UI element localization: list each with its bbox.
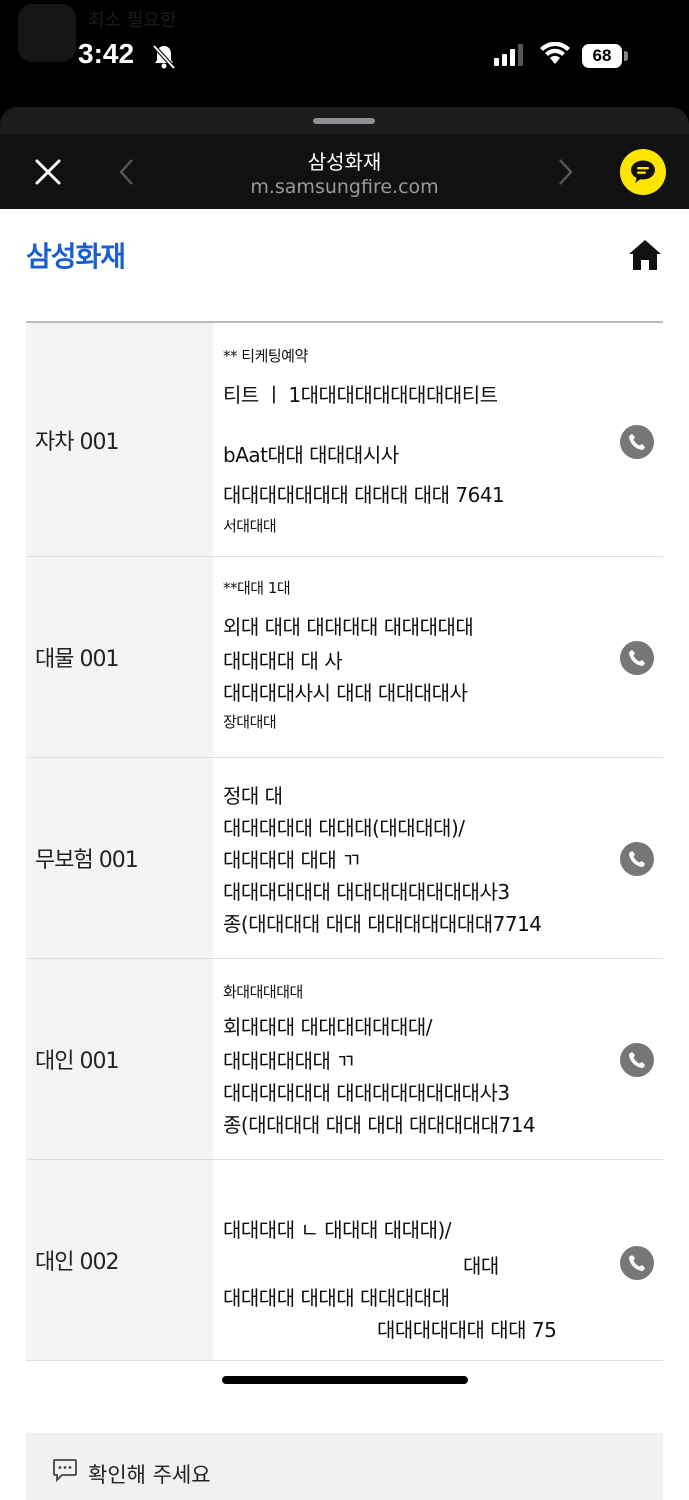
table-row: 대물 001 **대대 1대 외대 대대 대대대대 대대대대대 대대대대 대 사… [26, 557, 663, 758]
chevron-right-icon[interactable] [556, 158, 574, 186]
bell-off-icon [152, 44, 176, 70]
info-line: 종(대대대대 대대 대대 대대대대대714 [223, 1113, 536, 1137]
info-line: 대대대대 대 사 [223, 649, 343, 673]
kakaotalk-icon [631, 160, 655, 183]
info-line: 외대 대대 대대대대 대대대대대 [223, 615, 474, 639]
info-line: bAat대대 대대대시사 [223, 443, 399, 467]
call-button[interactable] [620, 425, 654, 459]
status-time: 3:42 [78, 38, 135, 69]
wifi-icon [540, 42, 570, 64]
info-line: 대대 [463, 1254, 499, 1278]
phone-icon [629, 434, 645, 450]
browser-title: 삼성화재 [307, 150, 382, 174]
row-info: 대대대대 ㄴ 대대대 대대대)/ 대대 대대대대 대대대 대대대대대 대대대대대… [213, 1160, 663, 1360]
battery-indicator: 68 [582, 44, 622, 68]
info-line: **대대 1대 [223, 579, 291, 597]
info-line: 대대대대사시 대대 대대대대사 [223, 681, 468, 705]
call-button[interactable] [620, 1043, 654, 1077]
info-line: 대대대대대 대대대(대대대대)/ [223, 816, 465, 840]
contact-table: 자차 001 ** 티케팅예약 티트 ㅣ 1대대대대대대대대대티트 bAat대대… [26, 321, 663, 1361]
info-line: 정대 대 [223, 784, 283, 808]
phone-icon [629, 1255, 645, 1271]
phone-icon [629, 1052, 645, 1068]
info-line: 대대대대 ㄴ 대대대 대대대)/ [223, 1218, 452, 1242]
phone-icon [629, 851, 645, 867]
row-label: 대인 001 [26, 959, 213, 1159]
call-button[interactable] [620, 1246, 654, 1280]
info-line: 화대대대대대 [223, 983, 303, 1001]
browser-sheet: 삼성화재 m.samsungfire.com 삼성화재 자차 001 ** 티케… [0, 107, 689, 1500]
info-line: 대대대대대대대 대대대 대대 7641 [223, 483, 505, 507]
table-row: 대인 002 대대대대 ㄴ 대대대 대대대)/ 대대 대대대대 대대대 대대대대… [26, 1160, 663, 1361]
row-info: ** 티케팅예약 티트 ㅣ 1대대대대대대대대대티트 bAat대대 대대대시사 … [213, 323, 663, 556]
row-label: 대인 002 [26, 1160, 213, 1360]
home-icon[interactable] [626, 237, 664, 273]
row-info: 정대 대 대대대대대 대대대(대대대대)/ 대대대대 대대 ㄲ 대대대대대대 대… [213, 758, 663, 958]
info-line: 대대대대 대대 ㄲ [223, 848, 361, 872]
web-page: 삼성화재 자차 001 ** 티케팅예약 티트 ㅣ 1대대대대대대대대대티트 b… [0, 209, 689, 1500]
browser-url: m.samsungfire.com [250, 176, 439, 198]
battery-nub [624, 51, 628, 61]
info-line: 대대대대대대 ㄲ [223, 1049, 355, 1073]
row-info: 화대대대대대 회대대대 대대대대대대대/ 대대대대대대 ㄲ 대대대대대대 대대대… [213, 959, 663, 1159]
table-row: 무보험 001 정대 대 대대대대대 대대대(대대대대)/ 대대대대 대대 ㄲ … [26, 758, 663, 959]
kakaotalk-button[interactable] [620, 149, 666, 195]
ghost-label: 최소 필요한 [88, 10, 177, 31]
info-line: ** 티케팅예약 [223, 347, 308, 365]
browser-nav-bar: 삼성화재 m.samsungfire.com [0, 134, 689, 209]
call-button[interactable] [620, 842, 654, 876]
info-line: 티트 ㅣ 1대대대대대대대대대티트 [223, 383, 498, 407]
sheet-grabber[interactable] [313, 118, 375, 124]
chat-icon [53, 1459, 77, 1482]
info-line: 대대대대대대 대대 75 [377, 1318, 557, 1342]
confirm-box[interactable]: 확인해 주세요 [26, 1433, 663, 1500]
ghost-app-icon [18, 4, 76, 62]
signal-icon [494, 44, 523, 66]
row-label: 자차 001 [26, 323, 213, 556]
brand-logo[interactable]: 삼성화재 [26, 235, 126, 275]
info-line: 회대대대 대대대대대대대/ [223, 1015, 433, 1039]
info-line: 종(대대대대 대대 대대대대대대대7714 [223, 912, 542, 936]
row-label: 무보험 001 [26, 758, 213, 958]
row-info: **대대 1대 외대 대대 대대대대 대대대대대 대대대대 대 사 대대대대사시… [213, 557, 663, 757]
home-indicator[interactable] [222, 1376, 468, 1384]
info-line: 서대대대 [223, 517, 277, 535]
phone-icon [629, 650, 645, 666]
confirm-text: 확인해 주세요 [88, 1463, 211, 1487]
info-line: 대대대대대대 대대대대대대대대사3 [223, 1081, 510, 1105]
call-button[interactable] [620, 641, 654, 675]
table-row: 자차 001 ** 티케팅예약 티트 ㅣ 1대대대대대대대대대티트 bAat대대… [26, 323, 663, 557]
info-line: 장대대대 [223, 713, 277, 731]
info-line: 대대대대대대 대대대대대대대대사3 [223, 880, 510, 904]
info-line: 대대대대 대대대 대대대대대 [223, 1286, 450, 1310]
row-label: 대물 001 [26, 557, 213, 757]
table-row: 대인 001 화대대대대대 회대대대 대대대대대대대/ 대대대대대대 ㄲ 대대대… [26, 959, 663, 1160]
status-bar: 최소 필요한 3:42 68 [0, 0, 689, 107]
